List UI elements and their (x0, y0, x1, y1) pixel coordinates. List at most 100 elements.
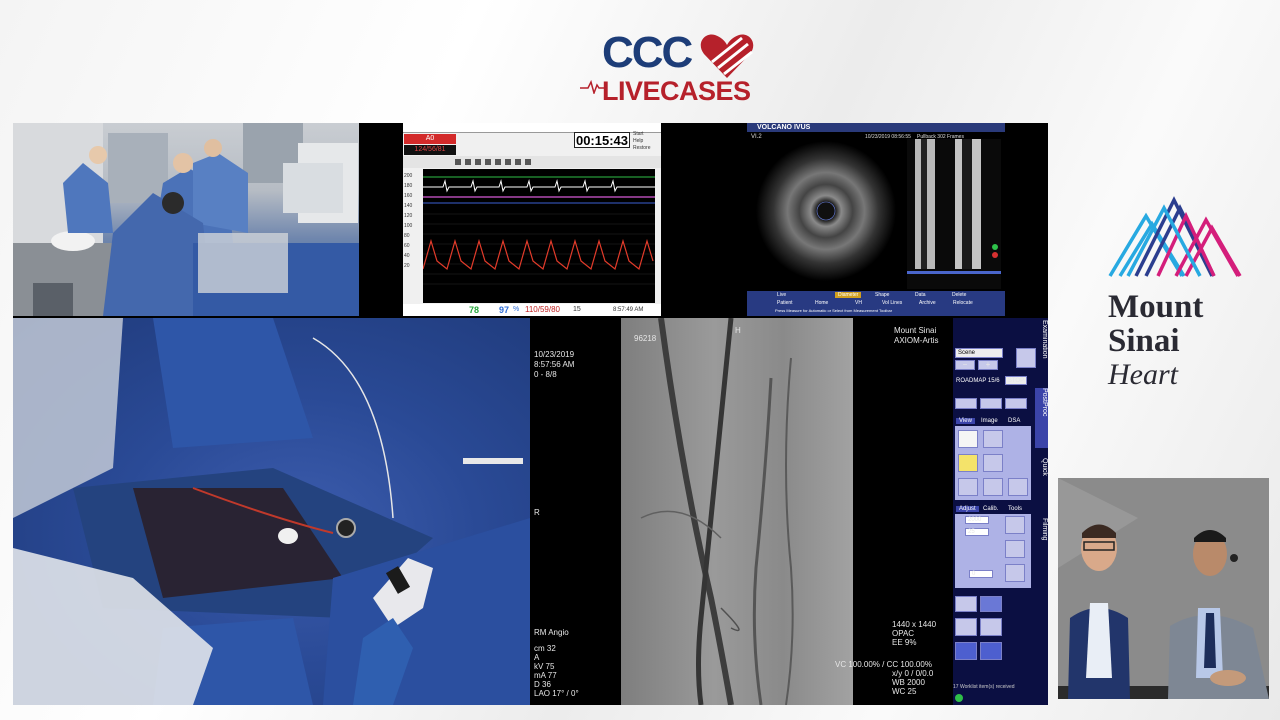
angio-wc: WC 25 (892, 687, 917, 696)
print-icon[interactable] (955, 642, 977, 660)
scene-select[interactable]: Scene (955, 348, 1003, 358)
ivus-vollines-button[interactable]: Vol Lines (882, 300, 902, 306)
calib-tab[interactable]: Calib. (983, 506, 998, 512)
stop-button[interactable]: STOP (1005, 376, 1027, 385)
hemo-restore-button[interactable]: Restore (633, 145, 651, 152)
play-button[interactable] (980, 398, 1002, 409)
angio-param: kV 75 (534, 662, 555, 671)
hemo-start-button[interactable]: Start (633, 131, 651, 138)
angio-system: AXIOM-Artis (894, 336, 939, 345)
hemo-axis-label: 40 (404, 253, 410, 259)
mount-sinai-heart-logo: Mount Sinai Heart (1100, 196, 1250, 392)
angio-opac: OPAC (892, 629, 915, 638)
tab-filming[interactable]: Filming (1035, 518, 1048, 568)
curve-icon[interactable] (1005, 564, 1025, 582)
minus-button[interactable]: − (955, 360, 975, 370)
tools-tab[interactable]: Tools (1008, 506, 1022, 512)
procedure-scene-image (13, 318, 530, 705)
angio-param: LAO 17° / 0° (534, 689, 579, 698)
ivus-delete-button[interactable]: Delete (952, 292, 966, 298)
status-led-icon (955, 694, 963, 702)
save-icon[interactable] (980, 642, 1002, 660)
ivus-diameter-button[interactable]: Diameter (835, 292, 862, 298)
operating-room-camera-feed (13, 123, 359, 316)
hemo-toolbar[interactable] (403, 156, 661, 168)
hemo-axis-label: 160 (404, 193, 413, 199)
export-icon[interactable] (955, 596, 977, 612)
presenter-camera-feed (1058, 478, 1269, 699)
procedure-timer: 00:15:43 (574, 132, 630, 148)
rotate-icon[interactable] (1008, 478, 1028, 496)
view-tools-panel (955, 426, 1031, 500)
ccc-livecases-logo: CCC LIVECASES (580, 26, 760, 108)
angio-wb: WB 2000 (892, 678, 925, 687)
flip-icon[interactable] (983, 454, 1003, 472)
tab-quick[interactable]: Quick (1035, 458, 1048, 498)
hemo-axis-label: 120 (404, 213, 413, 219)
procedure-closeup-camera-feed (13, 318, 530, 705)
zoom-icon[interactable] (983, 478, 1003, 496)
angio-site: Mount Sinai (894, 326, 937, 335)
angio-marker-r: R (534, 508, 540, 517)
gamma-input[interactable]: 0 (969, 570, 993, 578)
tab-examination[interactable]: Examination (1035, 320, 1048, 380)
angiogram-vessels-svg (640, 318, 794, 705)
presenters-image (1058, 478, 1269, 699)
ivus-data-button[interactable]: Data (915, 292, 926, 298)
angio-params: cm 32 A kV 75 mA 77 D 36 LAO 17° / 0° (534, 644, 579, 698)
brightness-icon[interactable] (1005, 540, 1025, 558)
hemo-help-button[interactable]: Help (633, 138, 651, 145)
ivus-live-button[interactable]: Live (777, 292, 786, 298)
ivus-shape-button[interactable]: Shape (875, 292, 889, 298)
ivus-hint: Press Measure for Automatic or Select fr… (775, 308, 893, 313)
angio-xy: x/y 0 / 0/0.0 (892, 669, 934, 678)
ccc-logo-subtitle: LIVECASES (602, 76, 751, 106)
operating-room-scene-image (13, 123, 359, 316)
view-frame-button[interactable] (958, 430, 978, 448)
ivus-relocate-button[interactable]: Relocate (953, 300, 973, 306)
adjust-tab[interactable]: Adjust (956, 506, 979, 512)
spo2-unit: % (513, 306, 520, 313)
hemodynamic-monitor-window: A0 124/56/81 00:15:43 Start Help Restore (403, 123, 661, 316)
heart-icon (700, 34, 754, 78)
mount-sinai-line1: Mount (1108, 289, 1204, 325)
grid-layout-button[interactable] (1016, 348, 1036, 368)
ivus-cross-section-image (756, 141, 896, 281)
rewind-button[interactable] (955, 398, 977, 409)
angio-param: mA 77 (534, 671, 557, 680)
hemo-axis-labels: 200 180 160 140 120 100 80 60 40 20 (404, 171, 422, 271)
ivus-archive-button[interactable]: Archive (919, 300, 936, 306)
ivus-vh-button[interactable]: VH (855, 300, 862, 306)
contrast-icon[interactable] (1005, 516, 1025, 534)
dsa-tab[interactable]: DSA (1008, 418, 1020, 424)
window-input[interactable]: 2000 (965, 516, 989, 524)
plus-button[interactable]: + (978, 360, 998, 370)
hemo-axis-label: 60 (404, 243, 410, 249)
hemo-axis-label: 80 (404, 233, 410, 239)
ivus-home-button[interactable]: Home (815, 300, 828, 306)
hemo-pressure-top: A0 (404, 134, 456, 144)
mount-sinai-line2: Sinai (1108, 323, 1180, 359)
measure-icon[interactable] (955, 618, 977, 636)
forward-button[interactable] (1005, 398, 1027, 409)
tab-postproc[interactable]: PostProc (1035, 388, 1048, 448)
pan-icon[interactable] (958, 478, 978, 496)
split-icon[interactable] (980, 596, 1002, 612)
heart-rate-value: 78 (469, 305, 480, 315)
lightbulb-icon[interactable] (958, 454, 978, 472)
ivus-patient-button[interactable]: Patient (777, 300, 793, 306)
level-input[interactable]: 25 (965, 528, 989, 536)
adjust-tools-panel: 2000 25 0 (955, 514, 1031, 588)
angio-mode: RM Angio (534, 628, 569, 637)
hemo-window-buttons: Start Help Restore (633, 131, 651, 152)
angio-param: cm 32 (534, 644, 556, 653)
view-grid-button[interactable] (983, 430, 1003, 448)
image-tab[interactable]: Image (981, 418, 998, 424)
view-tab[interactable]: View (956, 418, 975, 424)
angiogram-image (621, 318, 853, 705)
angio-param: A (534, 653, 540, 662)
pressure-waveform-graph (422, 169, 655, 303)
annotate-icon[interactable] (980, 618, 1002, 636)
pressure-waveform-svg (422, 176, 655, 285)
angio-time: 8:57:56 AM (534, 360, 575, 369)
